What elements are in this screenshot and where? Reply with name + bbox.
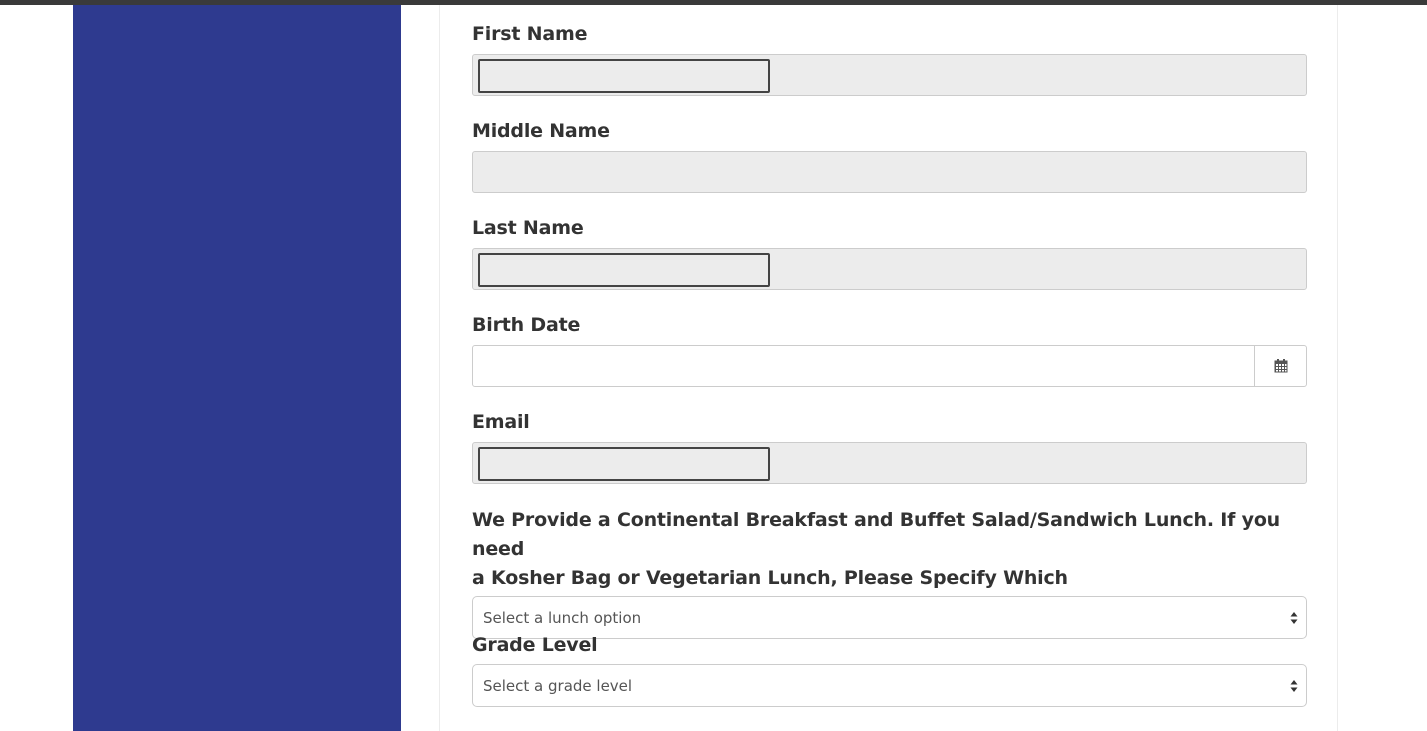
lunch-label-line1: We Provide a Continental Breakfast and B… <box>472 509 1281 560</box>
middle-name-label: Middle Name <box>472 120 610 142</box>
select-arrows-icon <box>1290 679 1298 692</box>
lunch-group: We Provide a Continental Breakfast and B… <box>472 506 1307 639</box>
grade-label: Grade Level <box>472 634 598 656</box>
sidebar-panel <box>73 5 401 731</box>
birth-date-field[interactable] <box>472 345 1307 387</box>
last-name-group: Last Name <box>472 215 1307 290</box>
grade-group: Grade Level Select a grade level <box>472 632 1307 707</box>
calendar-icon <box>1274 359 1287 373</box>
calendar-button[interactable] <box>1254 346 1306 386</box>
grade-select[interactable]: Select a grade level <box>472 664 1307 707</box>
first-name-input[interactable] <box>478 59 770 93</box>
last-name-input[interactable] <box>478 253 770 287</box>
birth-date-label: Birth Date <box>472 314 581 336</box>
middle-name-group: Middle Name <box>472 118 1307 193</box>
lunch-select-value: Select a lunch option <box>483 608 642 627</box>
last-name-label: Last Name <box>472 217 584 239</box>
email-label: Email <box>472 411 530 433</box>
email-input[interactable] <box>478 447 770 481</box>
grade-select-value: Select a grade level <box>483 676 633 695</box>
lunch-label-line2: a Kosher Bag or Vegetarian Lunch, Please… <box>472 567 1068 589</box>
email-group: Email <box>472 409 1307 484</box>
birth-date-group: Birth Date <box>472 312 1307 387</box>
first-name-field[interactable] <box>472 54 1307 96</box>
first-name-group: First Name <box>472 21 1307 96</box>
first-name-label: First Name <box>472 23 588 45</box>
select-arrows-icon <box>1290 611 1298 624</box>
email-field[interactable] <box>472 442 1307 484</box>
last-name-field[interactable] <box>472 248 1307 290</box>
middle-name-field[interactable] <box>472 151 1307 193</box>
